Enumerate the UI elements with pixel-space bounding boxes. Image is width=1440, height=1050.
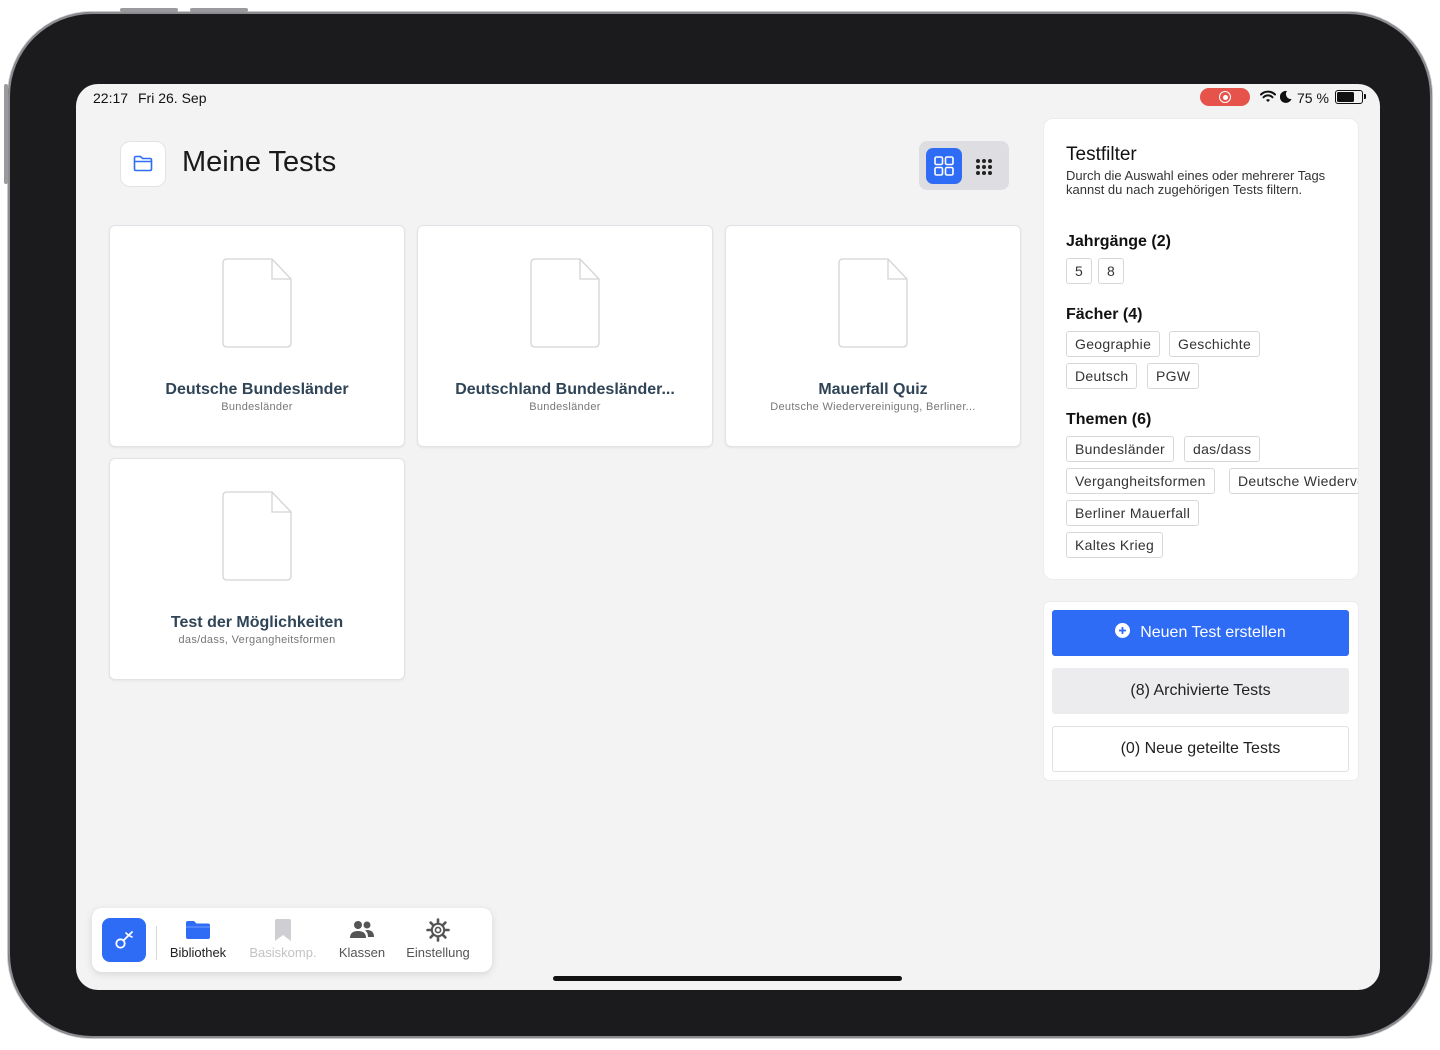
create-test-button[interactable]: Neuen Test erstellen [1052, 610, 1349, 656]
tab-label: Basiskomp. [249, 945, 317, 960]
folder-button[interactable] [120, 141, 166, 187]
battery-percent: 75 % [1297, 90, 1329, 106]
filter-tag[interactable]: Deutsch [1066, 363, 1138, 389]
app-logo-icon [115, 931, 133, 949]
filter-section-themen: Themen (6) [1066, 411, 1152, 428]
small-grid-view-button[interactable] [971, 148, 1001, 184]
battery-tip [1364, 94, 1366, 99]
filter-tag[interactable]: Bundesländer [1066, 436, 1174, 462]
plus-circle-icon [1115, 623, 1131, 639]
document-icon [222, 491, 292, 581]
filter-tag[interactable]: Geographie [1066, 331, 1161, 357]
ipad-frame: 22:17 Fri 26. Sep 75 % Meine Tests Deuts… [4, 8, 1432, 1038]
test-card-tags: Bundesländer [529, 401, 601, 413]
filter-tag[interactable]: Geschichte [1169, 331, 1261, 357]
filter-section-jahrgaenge: Jahrgänge (2) [1066, 233, 1171, 250]
record-icon [1219, 91, 1231, 103]
screen: 22:17 Fri 26. Sep 75 % Meine Tests Deuts… [76, 84, 1380, 990]
filter-tag[interactable]: 8 [1098, 258, 1125, 284]
side-button [4, 84, 8, 184]
filter-tag[interactable]: 5 [1066, 258, 1093, 284]
test-card[interactable]: Mauerfall Quiz Deutsche Wiedervereinigun… [725, 225, 1021, 447]
screen-recording-indicator[interactable] [1200, 88, 1250, 106]
document-icon [530, 258, 600, 348]
battery-level [1337, 92, 1354, 102]
app-logo-button[interactable] [102, 918, 146, 962]
test-card-tags: Deutsche Wiedervereinigung, Berliner... [770, 401, 976, 413]
wifi-icon [1260, 90, 1276, 102]
test-card-title: Deutschland Bundesländer... [455, 381, 675, 398]
test-card-title: Mauerfall Quiz [818, 381, 928, 398]
tab-einstellung[interactable]: Einstellung [402, 914, 474, 968]
test-card[interactable]: Test der Möglichkeiten das/dass, Vergang… [109, 458, 405, 680]
tab-bar: Bibliothek Basiskomp. Klassen Einstellun… [92, 908, 492, 972]
filter-tag[interactable]: Vergangheitsformen [1066, 468, 1215, 494]
bookmark-icon [275, 919, 291, 941]
filter-tag[interactable]: das/dass [1184, 436, 1261, 462]
tab-bibliothek[interactable]: Bibliothek [164, 914, 232, 968]
status-date: Fri 26. Sep [138, 90, 207, 106]
people-icon [350, 921, 374, 938]
test-actions-panel: Neuen Test erstellen (8) Archivierte Tes… [1043, 601, 1359, 781]
tab-label: Klassen [338, 945, 386, 960]
volume-down-button [190, 8, 248, 12]
tab-klassen[interactable]: Klassen [334, 914, 390, 968]
status-bar: 22:17 Fri 26. Sep 75 % [76, 84, 1380, 110]
document-icon [838, 258, 908, 348]
test-filter-panel: Testfilter Durch die Auswahl eines oder … [1043, 118, 1359, 580]
large-grid-view-button[interactable] [926, 148, 962, 184]
tab-label: Bibliothek [169, 945, 227, 960]
view-toggle [919, 141, 1009, 190]
gear-icon [426, 918, 450, 942]
document-icon [222, 258, 292, 348]
battery-icon [1335, 90, 1363, 104]
create-test-label: Neuen Test erstellen [1140, 624, 1286, 641]
filter-tag[interactable]: PGW [1147, 363, 1200, 389]
tab-basiskomp[interactable]: Basiskomp. [244, 914, 322, 968]
test-card-tags: Bundesländer [221, 401, 293, 413]
test-card[interactable]: Deutsche Bundesländer Bundesländer [109, 225, 405, 447]
large-grid-icon [934, 156, 954, 176]
filter-tag[interactable]: Berliner Mauerfall [1066, 500, 1200, 526]
filter-tag[interactable]: Kaltes Krieg [1066, 532, 1164, 558]
filter-section-faecher: Fächer (4) [1066, 306, 1143, 323]
volume-up-button [120, 8, 178, 12]
home-indicator[interactable] [553, 976, 902, 981]
filter-title: Testfilter [1066, 144, 1137, 165]
moon-icon [1280, 90, 1292, 103]
tab-divider [156, 926, 157, 960]
filter-description: Durch die Auswahl eines oder mehrerer Ta… [1066, 168, 1326, 197]
folder-icon [186, 921, 210, 939]
shared-tests-button[interactable]: (0) Neue geteilte Tests [1052, 726, 1349, 772]
test-card-tags: das/dass, Vergangheitsformen [178, 634, 336, 646]
tab-label: Einstellung [406, 945, 470, 960]
test-card-title: Test der Möglichkeiten [170, 614, 344, 631]
test-card-title: Deutsche Bundesländer [165, 381, 349, 398]
filter-tag[interactable]: Deutsche Wiedervereinigung [1229, 468, 1358, 494]
small-grid-icon [976, 159, 992, 175]
status-time: 22:17 [93, 90, 129, 106]
archived-tests-button[interactable]: (8) Archivierte Tests [1052, 668, 1349, 714]
page-title: Meine Tests [182, 146, 337, 178]
test-card[interactable]: Deutschland Bundesländer... Bundesländer [417, 225, 713, 447]
folder-icon [133, 155, 153, 172]
